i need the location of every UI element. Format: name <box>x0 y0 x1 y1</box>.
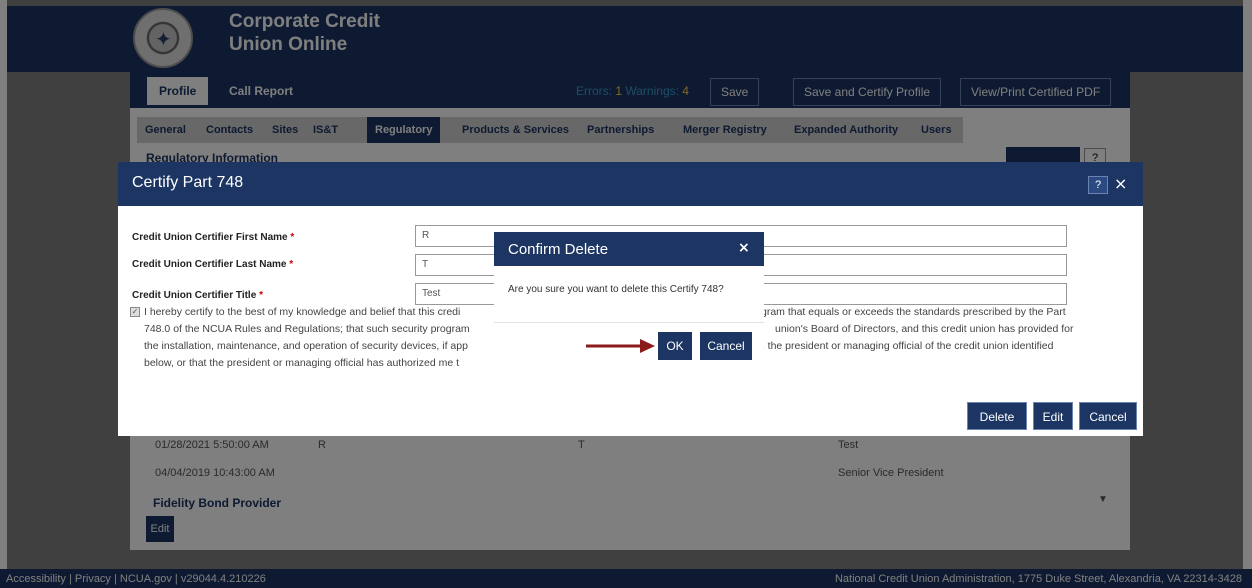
delete-button[interactable]: Delete <box>967 402 1027 430</box>
confirm-cancel-button[interactable]: Cancel <box>700 332 752 360</box>
confirm-dialog-title: Confirm Delete <box>508 241 609 258</box>
close-icon[interactable]: × <box>1114 174 1127 193</box>
confirm-message: Are you sure you want to delete this Cer… <box>508 284 724 295</box>
red-arrow-icon <box>586 339 655 353</box>
certify-cancel-button[interactable]: Cancel <box>1079 402 1137 430</box>
dialog-divider <box>494 322 764 323</box>
title-label: Credit Union Certifier Title * <box>132 290 263 301</box>
help-icon[interactable]: ? <box>1088 176 1108 194</box>
last-name-label: Credit Union Certifier Last Name * <box>132 259 294 270</box>
certify-modal-header: Certify Part 748 ? × <box>118 162 1143 206</box>
edit-button[interactable]: Edit <box>1033 402 1073 430</box>
first-name-label: Credit Union Certifier First Name * <box>132 232 295 243</box>
certify-modal-title: Certify Part 748 <box>132 174 244 191</box>
attestation-checkbox[interactable]: ✓ <box>130 307 140 317</box>
confirm-dialog-header: Confirm Delete × <box>494 232 764 266</box>
close-icon[interactable]: × <box>738 240 750 256</box>
ok-button[interactable]: OK <box>658 332 692 360</box>
